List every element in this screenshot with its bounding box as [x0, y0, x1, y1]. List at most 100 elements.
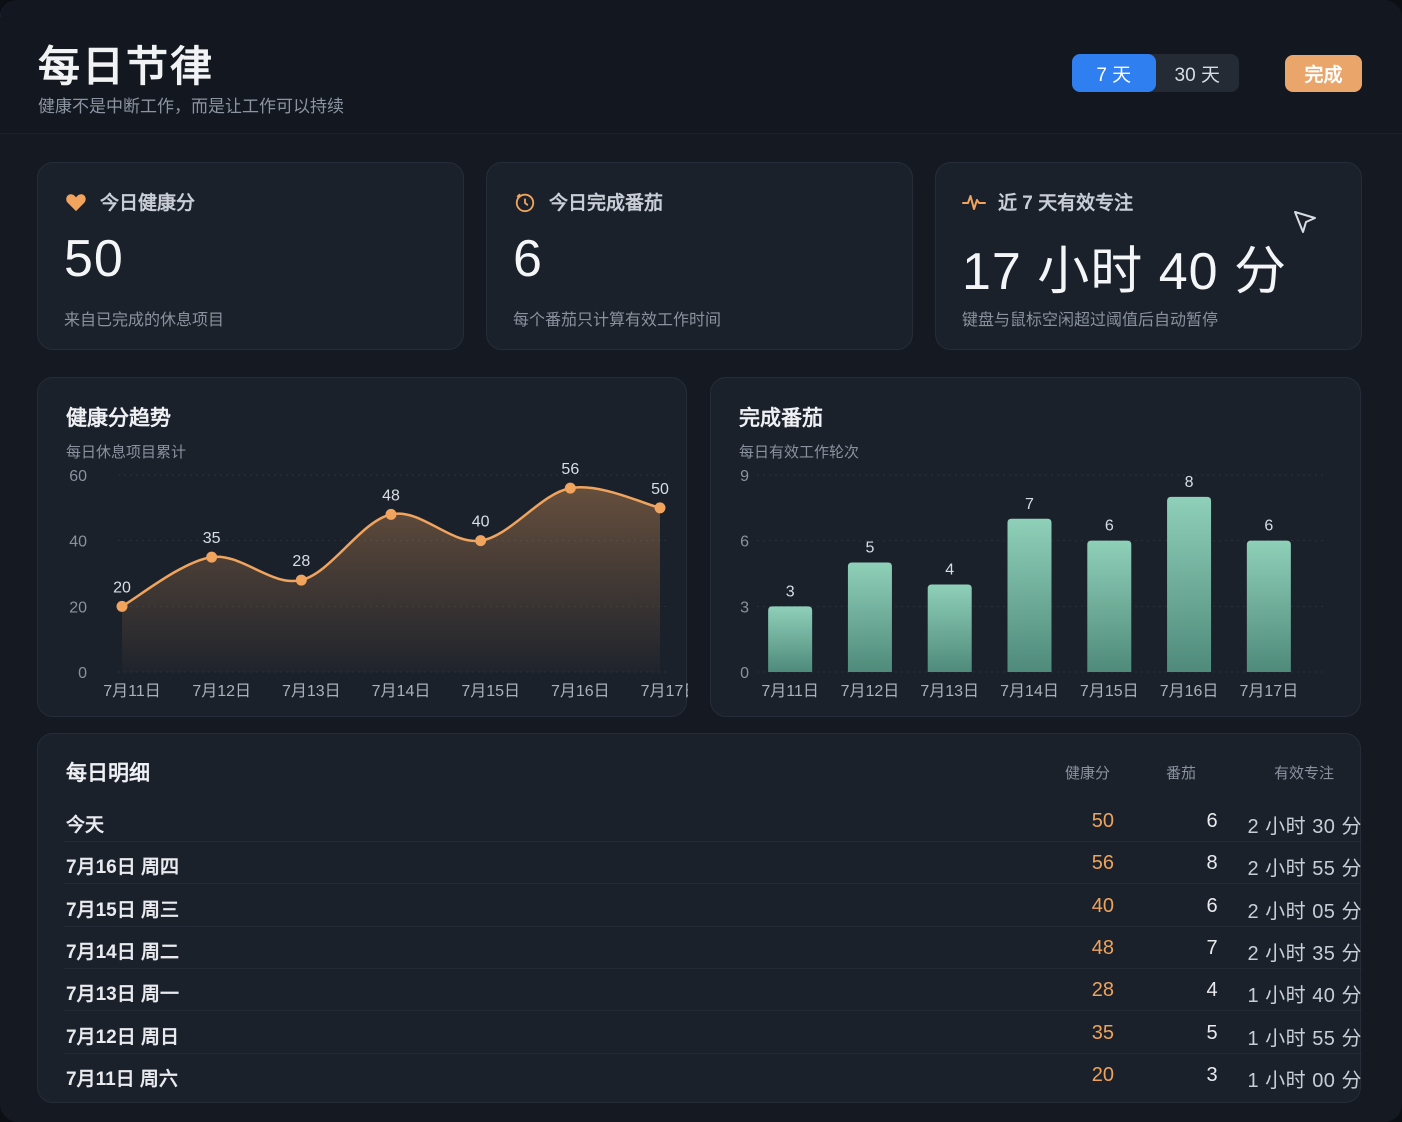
heart-icon: [64, 190, 88, 214]
app-window: 每日节律 健康不是中断工作，而是让工作可以持续 7 天 30 天 完成 今日健康…: [0, 0, 1402, 1122]
stat-label-row: 今日完成番茄: [513, 188, 663, 215]
page-subtitle: 健康不是中断工作，而是让工作可以持续: [38, 97, 344, 116]
x-tick-label: 7月13日: [282, 683, 341, 700]
stat-description: 每个番茄只计算有效工作时间: [513, 312, 722, 329]
health-trend-chart: 0 20 40 60 20 7月11日 35 7月12日 28 7月13日 48 7月14日 40 7月1…: [69, 461, 688, 700]
stat-value: 17 小时 40 分: [962, 243, 1288, 301]
y-tick-label: 0: [78, 665, 87, 682]
stat-card-weekly-focus: 近 7 天有效专注 17 小时 40 分 键盘与鼠标空闲超过阈值后自动暂停: [935, 162, 1362, 350]
row-tomato-count: 8: [1206, 852, 1218, 875]
row-focus-time: 1 小时 00 分: [1247, 1069, 1362, 1092]
pulse-icon: [962, 190, 986, 214]
row-date: 7月16日 周四: [66, 857, 179, 879]
data-point: [564, 482, 576, 494]
column-header-focus: 有效专注: [1273, 765, 1334, 782]
y-tick-label: 3: [740, 599, 749, 616]
row-health-score: 40: [1091, 894, 1114, 917]
bar: [1087, 540, 1132, 672]
data-label: 20: [113, 579, 131, 596]
table-row: 7月15日 周三 40 6 2 小时 05 分: [64, 885, 1362, 927]
x-tick-label: 7月11日: [761, 683, 819, 700]
stat-label: 今日健康分: [100, 193, 196, 214]
row-date: 7月14日 周二: [66, 941, 179, 963]
row-date: 7月15日 周三: [66, 899, 179, 921]
row-focus-time: 1 小时 55 分: [1247, 1027, 1362, 1050]
range-segmented-control: 7 天 30 天: [1072, 54, 1239, 92]
tomato-bar-chart: 0 3 6 9 3 7月11日 5 7月12日 4 7月13日 7 7月14日 6 7月15日 8 7月16日…: [740, 468, 1327, 700]
range-tab-30-days[interactable]: 30 天: [1156, 54, 1240, 92]
row-health-score: 56: [1091, 852, 1114, 875]
y-tick-label: 60: [69, 468, 87, 485]
timer-icon: [513, 190, 537, 214]
table-row: 7月16日 周四 56 8 2 小时 55 分: [64, 842, 1362, 885]
data-point: [475, 535, 487, 547]
data-point: [654, 502, 666, 514]
stat-value: 50: [64, 230, 124, 288]
daily-detail-card: 每日明细 健康分 番茄 有效专注 今天 50 6 2 小时 30 分 7月16日 周四 5…: [37, 733, 1362, 1103]
data-point: [385, 508, 397, 520]
row-focus-time: 1 小时 40 分: [1247, 985, 1362, 1008]
data-label: 35: [203, 530, 221, 547]
data-label: 28: [292, 553, 310, 570]
cursor-icon: [1291, 208, 1319, 241]
x-tick-label: 7月12日: [841, 683, 900, 700]
x-tick-label: 7月16日: [551, 683, 610, 700]
page-title: 每日节律: [38, 42, 215, 91]
column-header-tomatoes: 番茄: [1166, 765, 1197, 782]
row-focus-time: 2 小时 35 分: [1247, 942, 1362, 965]
tomato-chart-card: 完成番茄 每日有效工作轮次 0 3 6 9 3 7月11日 5 7月12日 4 7月13日 7 7月1…: [710, 377, 1361, 717]
y-tick-label: 0: [740, 665, 749, 682]
y-tick-label: 20: [69, 599, 87, 616]
row-date: 7月11日 周六: [66, 1068, 178, 1090]
x-tick-label: 7月17日: [1240, 683, 1299, 700]
row-tomato-count: 6: [1206, 810, 1218, 832]
row-focus-time: 2 小时 05 分: [1247, 900, 1362, 923]
row-health-score: 48: [1091, 936, 1114, 959]
table-row: 7月13日 周一 28 4 1 小时 40 分: [64, 969, 1362, 1012]
column-header-score: 健康分: [1065, 765, 1111, 782]
row-tomato-count: 3: [1206, 1063, 1218, 1086]
data-label: 5: [865, 540, 874, 557]
data-point: [116, 600, 128, 612]
row-health-score: 20: [1091, 1063, 1114, 1086]
x-tick-label: 7月12日: [192, 683, 251, 700]
bar: [1007, 518, 1052, 672]
row-health-score: 50: [1091, 810, 1114, 832]
table-row: 7月11日 周六 20 3 1 小时 00 分: [64, 1054, 1362, 1096]
bar: [847, 562, 892, 672]
row-focus-time: 2 小时 30 分: [1247, 816, 1362, 838]
data-label: 8: [1185, 474, 1194, 491]
table-row: 7月14日 周二 48 7 2 小时 35 分: [64, 927, 1362, 969]
y-tick-label: 40: [69, 534, 87, 551]
stat-description: 键盘与鼠标空闲超过阈值后自动暂停: [962, 312, 1219, 329]
data-label: 50: [651, 481, 669, 498]
range-tab-7-days[interactable]: 7 天: [1072, 54, 1156, 92]
row-tomato-count: 6: [1206, 894, 1218, 917]
stat-card-health-score: 今日健康分 50 来自已完成的休息项目: [37, 162, 464, 350]
row-health-score: 28: [1091, 979, 1114, 1002]
bar: [768, 606, 813, 672]
x-tick-label: 7月15日: [461, 683, 520, 700]
row-tomato-count: 7: [1206, 936, 1218, 959]
data-label: 4: [945, 561, 954, 578]
row-date: 7月13日 周一: [66, 984, 179, 1006]
data-point: [206, 551, 218, 563]
stat-label-row: 今日健康分: [64, 188, 195, 215]
x-tick-label: 7月14日: [1000, 683, 1059, 700]
row-tomato-count: 5: [1206, 1021, 1218, 1044]
bar: [1246, 540, 1291, 672]
stat-label: 近 7 天有效专注: [998, 193, 1134, 214]
row-date: 今天: [66, 815, 105, 836]
y-tick-label: 6: [740, 534, 749, 551]
table-row: 7月12日 周日 35 5 1 小时 55 分: [64, 1012, 1362, 1054]
data-label: 6: [1264, 518, 1273, 535]
x-tick-label: 7月15日: [1080, 683, 1139, 700]
header: 每日节律 健康不是中断工作，而是让工作可以持续 7 天 30 天 完成: [0, 0, 1402, 134]
bar: [927, 584, 972, 672]
row-health-score: 35: [1091, 1021, 1114, 1044]
stat-card-tomatoes: 今日完成番茄 6 每个番茄只计算有效工作时间: [486, 162, 913, 350]
done-button[interactable]: 完成: [1285, 55, 1362, 92]
data-label: 56: [561, 461, 579, 478]
stat-value: 6: [513, 230, 543, 288]
table-title: 每日明细: [66, 762, 150, 785]
